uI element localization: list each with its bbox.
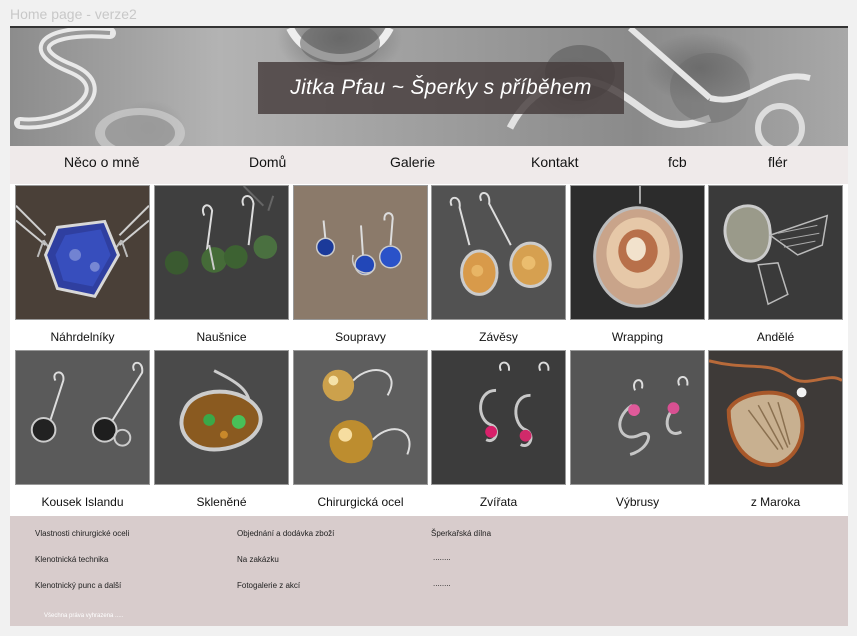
nav-about[interactable]: Něco o mně [64,154,139,170]
footer-placeholder-1: ........ [433,553,451,562]
gallery-label-necklaces[interactable]: Náhrdelníky [15,330,150,344]
amber-earrings-icon [294,351,427,484]
hero-banner: Jitka Pfau ~ Šperky s příběhem [10,28,848,146]
angel-brooch-icon [709,186,842,319]
nav-facebook[interactable]: fcb [668,154,687,170]
gallery-label-surgical-steel[interactable]: Chirurgická ocel [293,495,428,509]
gallery-tile-pendants[interactable] [431,185,566,320]
lava-stone-earrings-icon [16,351,149,484]
gallery-label-cut-stones[interactable]: Výbrusy [570,495,705,509]
wrapped-stone-icon [571,186,704,319]
gallery-tile-surgical-steel[interactable] [293,350,428,485]
gallery-label-iceland[interactable]: Kousek Islandu [15,495,150,509]
gallery-tile-necklaces[interactable] [15,185,150,320]
gallery-label-wrapping[interactable]: Wrapping [570,330,705,344]
nav-gallery[interactable]: Galerie [390,154,435,170]
cut-stone-earrings-icon [571,351,704,484]
gallery-tile-cut-stones[interactable] [570,350,705,485]
gallery-tile-earrings[interactable] [154,185,289,320]
gallery-tile-animals[interactable] [431,350,566,485]
footer-link-goldsmith-technique[interactable]: Klenotnická technika [35,555,108,564]
jewelry-set-icon [294,186,427,319]
gallery-label-pendants[interactable]: Závěsy [431,330,566,344]
glass-brooch-icon [155,351,288,484]
home-page: Jitka Pfau ~ Šperky s příběhem Něco o mn… [10,26,848,626]
footer-link-ordering-delivery[interactable]: Objednání a dodávka zboží [237,529,334,538]
gallery-label-glass[interactable]: Skleněné [154,495,289,509]
pendant-earrings-icon [432,186,565,319]
footer-placeholder-2: ........ [433,579,451,588]
gallery-tile-morocco[interactable] [708,350,843,485]
nav-fler[interactable]: flér [768,154,787,170]
gallery-label-angels[interactable]: Andělé [708,330,843,344]
footer-link-hallmark[interactable]: Klenotnický punc a další [35,581,121,590]
gallery-tile-glass[interactable] [154,350,289,485]
seahorse-earrings-icon [432,351,565,484]
footer: Vlastnosti chirurgické oceli Klenotnická… [10,516,848,626]
main-navigation: Něco o mně Domů Galerie Kontakt fcb flér [10,146,848,184]
gallery-tile-angels[interactable] [708,185,843,320]
gallery-label-morocco[interactable]: z Maroka [708,495,843,509]
earrings-icon [155,186,288,319]
gallery-label-animals[interactable]: Zvířata [431,495,566,509]
footer-link-surgical-steel-properties[interactable]: Vlastnosti chirurgické oceli [35,529,129,538]
gallery-tile-iceland[interactable] [15,350,150,485]
footer-link-custom-orders[interactable]: Na zakázku [237,555,279,564]
gallery-tile-sets[interactable] [293,185,428,320]
nav-contact[interactable]: Kontakt [531,154,578,170]
frame-label: Home page - verze2 [10,6,137,22]
copyright: Všechna práva vyhrazena ..... [44,613,124,619]
footer-link-jewelry-workshop[interactable]: Šperkařská dílna [431,529,491,538]
site-title: Jitka Pfau ~ Šperky s příběhem [290,76,592,99]
nav-home[interactable]: Domů [249,154,286,170]
gallery-label-earrings[interactable]: Naušnice [154,330,289,344]
hero-title-box: Jitka Pfau ~ Šperky s příběhem [258,62,624,114]
gallery-label-sets[interactable]: Soupravy [293,330,428,344]
footer-link-event-gallery[interactable]: Fotogalerie z akcí [237,581,300,590]
fossil-pendant-icon [709,351,842,484]
necklace-icon [16,186,149,319]
gallery-tile-wrapping[interactable] [570,185,705,320]
